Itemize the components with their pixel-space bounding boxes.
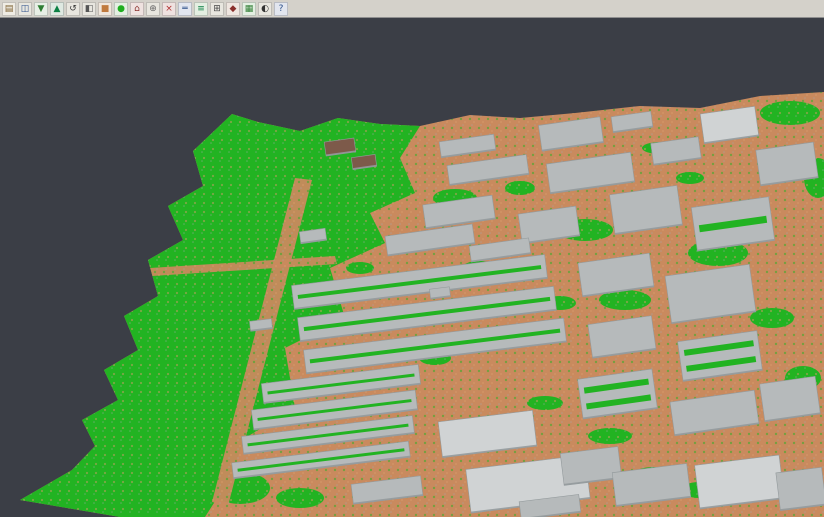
import-points-icon[interactable]: ▼ (34, 2, 48, 16)
point-noise-overlay (0, 18, 824, 517)
building-shape (760, 376, 821, 421)
display-mode-icon[interactable]: ◧ (82, 2, 96, 16)
grid-icon[interactable]: ▦ (242, 2, 256, 16)
building-class-icon[interactable]: ⌂ (130, 2, 144, 16)
camera-view-icon[interactable]: ◐ (258, 2, 272, 16)
point-cloud-scene (0, 18, 824, 517)
vegetation-class-icon[interactable]: ● (114, 2, 128, 16)
help-icon[interactable]: ? (274, 2, 288, 16)
building-shape (560, 447, 621, 486)
delete-icon[interactable]: × (162, 2, 176, 16)
application-window: ▤◫▼▲↺◧■●⌂⊕×═≡⊞◆▦◐? (0, 0, 824, 517)
open-file-icon[interactable]: ▤ (2, 2, 16, 16)
save-icon[interactable]: ◫ (18, 2, 32, 16)
3d-viewport[interactable] (0, 18, 824, 517)
settings-icon[interactable]: ⊕ (146, 2, 160, 16)
classify-run-icon[interactable]: ◆ (226, 2, 240, 16)
building-shape (429, 287, 450, 299)
terrain-model-icon[interactable]: ▲ (50, 2, 64, 16)
ground-class-icon[interactable]: ■ (98, 2, 112, 16)
building-shape (756, 142, 818, 186)
measure-icon[interactable]: ═ (178, 2, 192, 16)
profile-icon[interactable]: ≡ (194, 2, 208, 16)
main-toolbar: ▤◫▼▲↺◧■●⌂⊕×═≡⊞◆▦◐? (0, 0, 824, 18)
zoom-extents-icon[interactable]: ⊞ (210, 2, 224, 16)
building-shape (776, 467, 824, 510)
rotate-view-icon[interactable]: ↺ (66, 2, 80, 16)
